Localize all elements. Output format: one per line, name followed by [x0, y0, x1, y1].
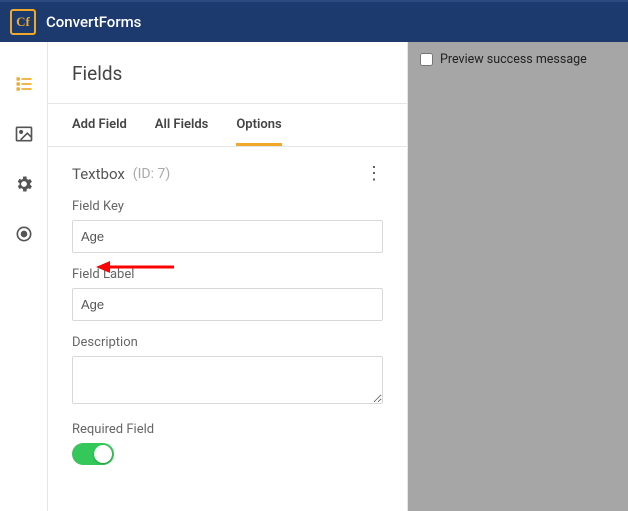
- toggle-knob: [94, 445, 112, 463]
- field-type-label: Textbox: [72, 165, 125, 183]
- field-label-label: Field Label: [72, 267, 383, 282]
- kebab-menu-icon[interactable]: ⋮: [365, 165, 383, 183]
- app-logo: Cf: [10, 9, 36, 35]
- description-textarea[interactable]: [72, 356, 383, 404]
- required-field-toggle[interactable]: [72, 443, 114, 465]
- target-icon[interactable]: [14, 224, 34, 244]
- required-field-label: Required Field: [72, 422, 383, 437]
- preview-success-label: Preview success message: [440, 52, 587, 67]
- description-label: Description: [72, 335, 383, 350]
- panel-tabs: Add Field All Fields Options: [48, 103, 407, 147]
- app-brand: ConvertForms: [46, 13, 141, 31]
- fields-panel: Fields Add Field All Fields Options Text…: [47, 42, 408, 511]
- preview-area: Preview success message: [408, 42, 628, 511]
- tab-add-field[interactable]: Add Field: [72, 104, 127, 146]
- tab-options[interactable]: Options: [236, 104, 281, 146]
- field-label-input[interactable]: [72, 288, 383, 321]
- gear-icon[interactable]: [14, 174, 34, 194]
- field-options-editor: Textbox (ID: 7) ⋮ Field Key Field Label …: [48, 147, 407, 497]
- top-bar: Cf ConvertForms: [0, 0, 628, 42]
- image-icon[interactable]: [14, 124, 34, 144]
- preview-success-checkbox[interactable]: [420, 53, 433, 66]
- left-sidebar: [0, 42, 47, 511]
- preview-success-checkbox-row[interactable]: Preview success message: [420, 52, 587, 67]
- fields-list-icon[interactable]: [14, 74, 34, 94]
- tab-all-fields[interactable]: All Fields: [155, 104, 209, 146]
- field-key-label: Field Key: [72, 199, 383, 214]
- panel-title: Fields: [48, 42, 407, 103]
- field-key-input[interactable]: [72, 220, 383, 253]
- field-id-label: (ID: 7): [133, 166, 170, 182]
